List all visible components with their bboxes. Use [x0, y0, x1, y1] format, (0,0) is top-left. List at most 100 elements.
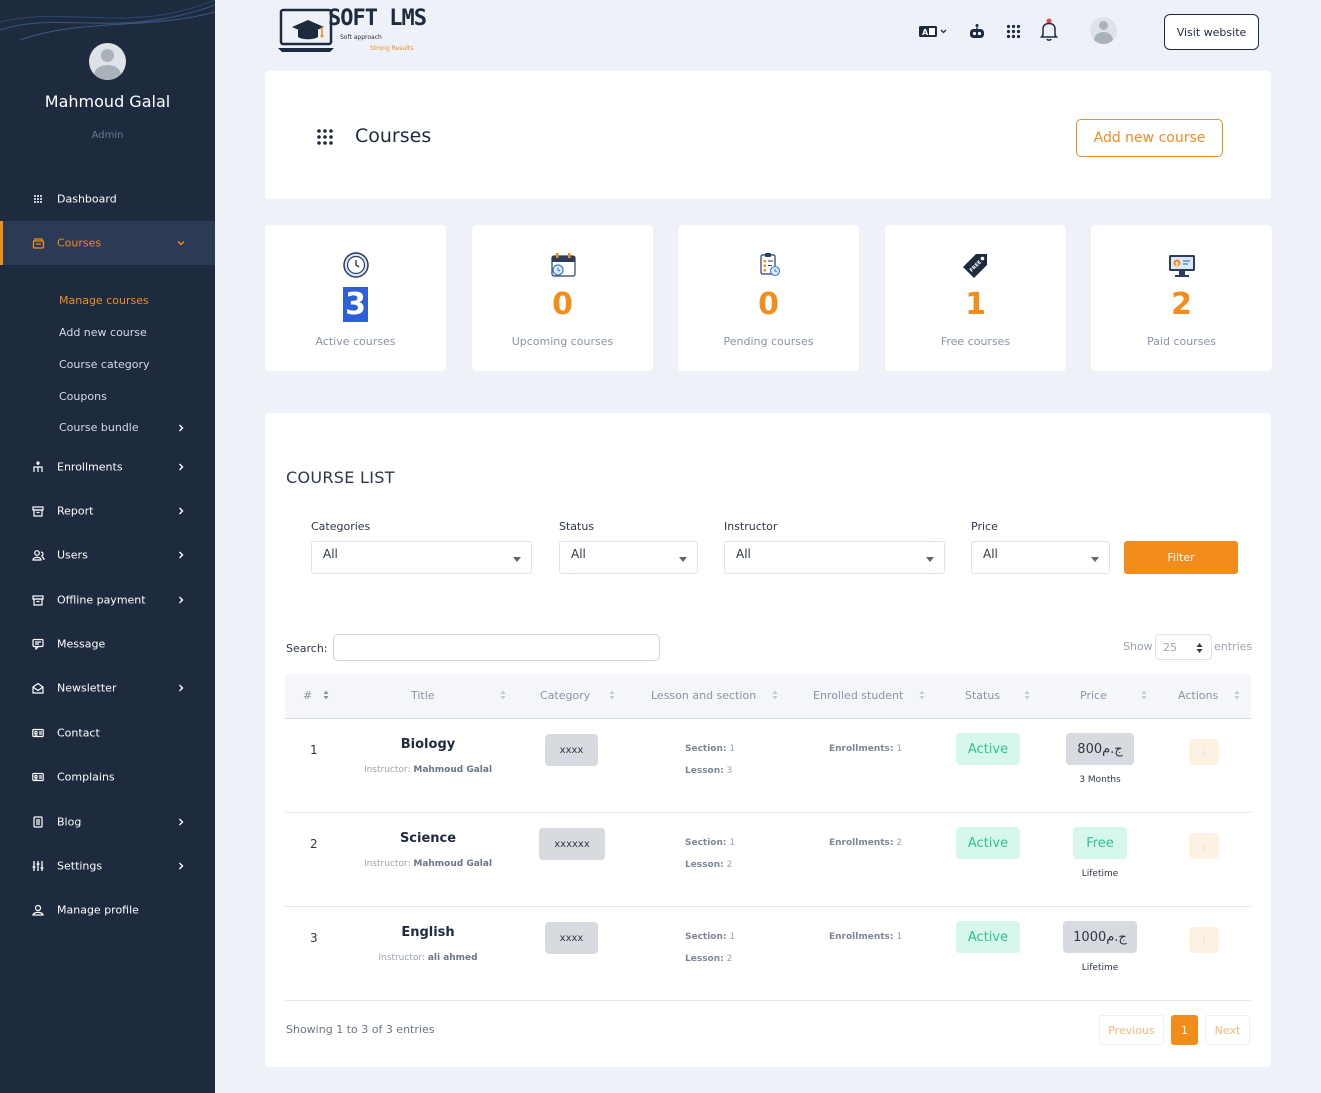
- svg-text:A: A: [922, 28, 929, 37]
- notifications-button[interactable]: [1040, 18, 1058, 42]
- pagination-next[interactable]: Next: [1205, 1015, 1250, 1045]
- offline-payment-icon: [31, 593, 45, 607]
- course-title[interactable]: Science: [343, 831, 513, 846]
- sidebar-subitem-course-bundle[interactable]: Course bundle: [59, 421, 139, 434]
- add-new-course-button[interactable]: Add new course: [1076, 119, 1223, 157]
- pagination-page-1[interactable]: 1: [1171, 1015, 1198, 1045]
- sidebar-item-label: Users: [57, 548, 88, 562]
- search-input[interactable]: [333, 634, 660, 661]
- sidebar-subitem-course-category[interactable]: Course category: [59, 358, 150, 371]
- sidebar-item-report[interactable]: Report: [0, 489, 215, 533]
- newsletter-icon: [31, 681, 45, 695]
- user-avatar[interactable]: [1090, 17, 1117, 44]
- price-filter-select[interactable]: All: [971, 541, 1110, 574]
- visit-website-button[interactable]: Visit website: [1164, 14, 1259, 50]
- sidebar-item-contact[interactable]: Contact: [0, 711, 215, 755]
- filter-button[interactable]: Filter: [1124, 541, 1238, 574]
- column-header-actions[interactable]: Actions: [1178, 689, 1218, 702]
- table-row: 2 Science Instructor: Mahmoud Galal xxxx…: [285, 813, 1251, 907]
- sidebar-item-label: Dashboard: [57, 192, 117, 206]
- price-filter-label: Price: [971, 520, 998, 533]
- sidebar-item-users[interactable]: Users: [0, 533, 215, 577]
- column-header-price[interactable]: Price: [1080, 689, 1107, 702]
- sort-icon[interactable]: [609, 690, 615, 700]
- sidebar-item-complains[interactable]: Complains: [0, 755, 215, 799]
- column-header-enrolled[interactable]: Enrolled student: [813, 689, 903, 702]
- stat-value: 1: [965, 287, 986, 322]
- stat-card-pending[interactable]: 0 Pending courses: [678, 225, 859, 371]
- course-instructor: Instructor: Mahmoud Galal: [363, 859, 493, 869]
- pagination-previous[interactable]: Previous: [1099, 1015, 1164, 1045]
- sidebar-item-newsletter[interactable]: Newsletter: [0, 666, 215, 710]
- app-logo[interactable]: SOFT LMS Soft approach Strong Results: [278, 6, 428, 56]
- sidebar-item-enrollments[interactable]: Enrollments: [0, 445, 215, 489]
- enrollment-count: Enrollments: 1: [829, 744, 903, 754]
- sidebar-user-role: Admin: [91, 130, 124, 141]
- sidebar-subitem-add-new-course[interactable]: Add new course: [59, 326, 147, 339]
- users-icon: [31, 548, 45, 562]
- row-actions-button[interactable]: ⋮: [1189, 739, 1219, 765]
- sort-icon[interactable]: [323, 690, 329, 700]
- sidebar-item-courses[interactable]: Courses: [0, 221, 215, 265]
- sidebar-avatar[interactable]: [89, 43, 126, 80]
- stat-card-active[interactable]: 3 Active courses: [265, 225, 446, 371]
- column-header-status[interactable]: Status: [965, 689, 1000, 702]
- row-actions-button[interactable]: ⋮: [1189, 833, 1219, 859]
- courses-icon: [31, 236, 45, 250]
- sidebar-item-dashboard[interactable]: Dashboard: [0, 177, 215, 221]
- price-badge: 800ج.م: [1066, 733, 1134, 765]
- caret-down-icon: [1091, 557, 1099, 562]
- svg-text:$: $: [1175, 261, 1179, 267]
- caret-down-icon: [679, 557, 687, 562]
- sidebar-item-label: Manage profile: [57, 903, 139, 917]
- dashboard-grid-icon: [31, 192, 45, 206]
- robot-button[interactable]: [968, 22, 986, 40]
- stat-card-upcoming[interactable]: 0 Upcoming courses: [472, 225, 653, 371]
- sort-icon[interactable]: [772, 690, 778, 700]
- column-header-category[interactable]: Category: [540, 689, 590, 702]
- stat-card-free[interactable]: FREE 1 Free courses: [885, 225, 1066, 371]
- section-count: Section: 1: [685, 932, 736, 942]
- lesson-count: Lesson: 3: [685, 766, 733, 776]
- sidebar-item-label: Message: [57, 637, 106, 651]
- sidebar-item-offline-payment[interactable]: Offline payment: [0, 578, 215, 622]
- sidebar-item-label: Blog: [57, 815, 82, 829]
- column-header-number[interactable]: #: [303, 689, 312, 702]
- course-title[interactable]: Biology: [343, 737, 513, 752]
- sort-icon[interactable]: [500, 690, 506, 700]
- course-duration: 3 Months: [1079, 775, 1121, 785]
- sidebar-item-settings[interactable]: Settings: [0, 844, 215, 888]
- stat-card-paid[interactable]: $ 2 Paid courses: [1091, 225, 1272, 371]
- page-header-card: Courses Add new course: [265, 71, 1271, 199]
- instructor-filter-select[interactable]: All: [724, 541, 945, 574]
- sort-icon[interactable]: [1141, 690, 1147, 700]
- column-header-title[interactable]: Title: [411, 689, 435, 702]
- show-entries-select[interactable]: 25: [1155, 634, 1212, 660]
- column-header-lesson-section[interactable]: Lesson and section: [651, 689, 756, 702]
- apps-menu-button[interactable]: [1004, 22, 1022, 40]
- sidebar-item-manage-profile[interactable]: Manage profile: [0, 888, 215, 932]
- row-number: 3: [310, 931, 318, 945]
- entries-label: entries: [1214, 640, 1253, 653]
- status-filter-select[interactable]: All: [559, 541, 698, 574]
- sidebar-wave-decoration: [0, 0, 215, 40]
- language-switcher[interactable]: A: [916, 22, 950, 40]
- sort-icon[interactable]: [1234, 690, 1240, 700]
- categories-filter-select[interactable]: All: [311, 541, 532, 574]
- sidebar-subitem-coupons[interactable]: Coupons: [59, 390, 107, 403]
- sidebar-item-blog[interactable]: Blog: [0, 800, 215, 844]
- sidebar-item-message[interactable]: Message: [0, 622, 215, 666]
- enrollment-count: Enrollments: 1: [829, 932, 903, 942]
- row-actions-button[interactable]: ⋮: [1189, 927, 1219, 953]
- price-badge: Free: [1073, 827, 1127, 859]
- sidebar-subitem-manage-courses[interactable]: Manage courses: [59, 294, 149, 307]
- sidebar: Mahmoud Galal Admin Dashboard Courses Ma…: [0, 0, 215, 1093]
- showing-entries-text: Showing 1 to 3 of 3 entries: [286, 1023, 435, 1036]
- course-title[interactable]: English: [343, 925, 513, 940]
- stat-value: 0: [552, 287, 573, 322]
- apps-grid-icon: [317, 129, 333, 145]
- sort-icon[interactable]: [1024, 690, 1030, 700]
- sort-icon[interactable]: [919, 690, 925, 700]
- lesson-count: Lesson: 2: [685, 860, 733, 870]
- category-badge: xxxxxx: [539, 828, 605, 860]
